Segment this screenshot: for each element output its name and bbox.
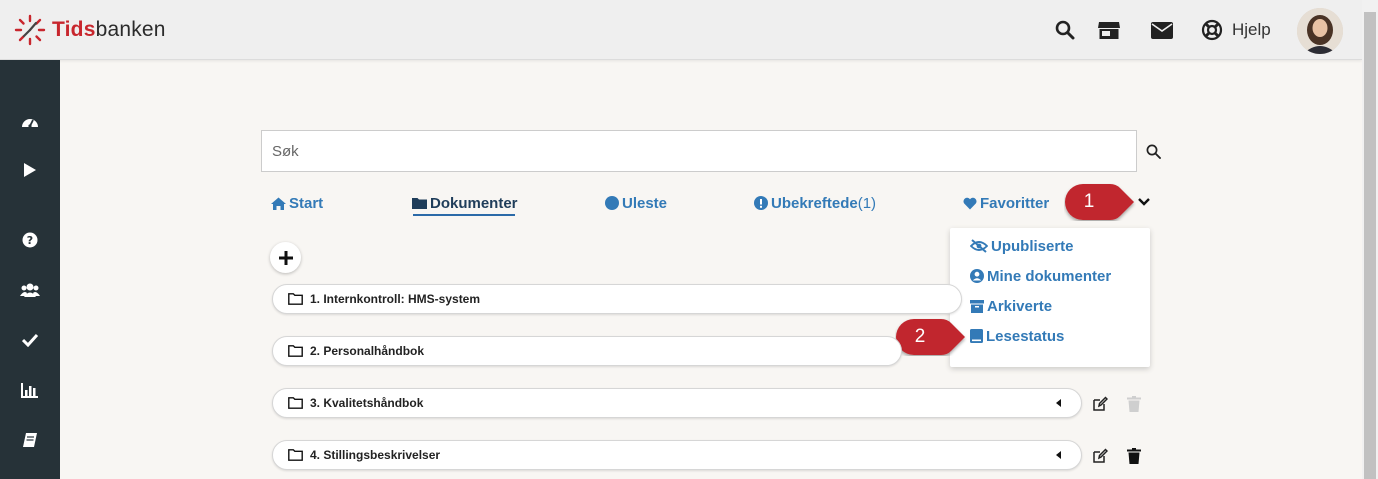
folder-outline-icon xyxy=(288,293,303,305)
folder-outline-icon xyxy=(288,397,303,409)
folder-outline-icon xyxy=(288,345,303,357)
question-icon[interactable]: ? xyxy=(20,230,40,250)
menu-item-label: Upubliserte xyxy=(991,237,1074,255)
exclamation-circle-icon xyxy=(754,196,768,210)
more-tabs-chevron-down-icon[interactable] xyxy=(1134,192,1154,212)
trash-icon[interactable] xyxy=(1125,447,1143,465)
plus-icon xyxy=(278,250,293,265)
tab-dokumenter[interactable]: Dokumenter xyxy=(412,192,518,214)
folder-name: 3. Kvalitetshåndbok xyxy=(310,396,424,410)
lifebuoy-icon[interactable] xyxy=(1200,18,1224,42)
dashboard-icon[interactable] xyxy=(20,112,40,132)
logo-text: Tidsbanken xyxy=(52,18,166,41)
tidsbanken-logo[interactable]: Tidsbanken xyxy=(14,14,166,46)
expand-caret-icon[interactable] xyxy=(1056,451,1061,459)
user-avatar[interactable] xyxy=(1297,8,1343,54)
tab-uleste[interactable]: Uleste xyxy=(605,192,667,214)
heart-icon xyxy=(963,197,977,209)
folder-row[interactable]: 2. Personalhåndbok xyxy=(272,336,902,366)
menu-item-mine-dokumenter[interactable]: Mine dokumenter xyxy=(970,266,1111,286)
trash-icon-disabled xyxy=(1125,395,1143,413)
menu-item-lesestatus[interactable]: Lesestatus xyxy=(970,326,1064,346)
book-closed-icon xyxy=(970,329,983,343)
callout-number: 1 xyxy=(1083,191,1095,212)
menu-item-upubliserte[interactable]: Upubliserte xyxy=(970,236,1074,256)
menu-item-arkiverte[interactable]: Arkiverte xyxy=(970,296,1052,316)
folder-row[interactable]: 3. Kvalitetshåndbok xyxy=(272,388,1082,418)
bar-chart-icon[interactable] xyxy=(20,380,40,400)
menu-item-label: Mine dokumenter xyxy=(987,267,1112,285)
scrollbar-thumb[interactable] xyxy=(1364,12,1376,479)
tab-label: Dokumenter xyxy=(430,194,518,212)
archive-icon xyxy=(970,299,984,313)
add-document-button[interactable] xyxy=(270,242,301,273)
left-sidebar: ? xyxy=(0,60,60,479)
envelope-icon[interactable] xyxy=(1150,18,1174,42)
users-icon[interactable] xyxy=(20,280,40,300)
tab-count: (1) xyxy=(857,194,877,212)
folder-outline-icon xyxy=(288,449,303,461)
search-input[interactable] xyxy=(261,130,1137,172)
logo-mark-icon xyxy=(14,14,46,46)
folder-name: 4. Stillingsbeskrivelser xyxy=(310,448,441,462)
menu-item-label: Lesestatus xyxy=(986,327,1065,345)
folder-icon xyxy=(412,198,427,209)
tab-label: Start xyxy=(289,194,324,212)
user-circle-icon xyxy=(970,269,984,283)
home-icon xyxy=(271,197,286,210)
tab-ubekreftede[interactable]: Ubekreftede (1) xyxy=(754,192,876,214)
eye-slash-icon xyxy=(970,239,988,253)
circle-icon xyxy=(605,196,619,210)
help-label[interactable]: Hjelp xyxy=(1232,20,1271,40)
tab-label: Ubekreftede xyxy=(771,194,858,212)
menu-item-label: Arkiverte xyxy=(987,297,1053,315)
tab-label: Favoritter xyxy=(980,194,1050,212)
active-tab-indicator xyxy=(413,214,515,216)
book-icon[interactable] xyxy=(20,430,40,450)
tab-start[interactable]: Start xyxy=(271,192,323,214)
play-icon[interactable] xyxy=(20,160,40,180)
callout-number: 2 xyxy=(914,326,926,347)
folder-name: 1. Internkontroll: HMS-system xyxy=(310,292,481,306)
search-button-icon[interactable] xyxy=(1143,141,1163,161)
edit-icon[interactable] xyxy=(1091,395,1109,413)
top-header: Tidsbanken Hjelp xyxy=(0,0,1362,60)
tab-label: Uleste xyxy=(622,194,668,212)
folder-row[interactable]: 4. Stillingsbeskrivelser xyxy=(272,440,1082,470)
edit-icon[interactable] xyxy=(1091,447,1109,465)
search-icon[interactable] xyxy=(1053,18,1077,42)
store-icon[interactable] xyxy=(1097,18,1121,42)
folder-row[interactable]: 1. Internkontroll: HMS-system xyxy=(272,284,962,314)
svg-text:?: ? xyxy=(27,234,33,247)
expand-caret-icon[interactable] xyxy=(1056,399,1061,407)
folder-name: 2. Personalhåndbok xyxy=(310,344,425,358)
tab-favoritter[interactable]: Favoritter xyxy=(963,192,1049,214)
check-icon[interactable] xyxy=(20,330,40,350)
page-scrollbar[interactable] xyxy=(1362,0,1378,479)
more-tabs-dropdown: Upubliserte Mine dokumenter Arkiverte Le… xyxy=(950,228,1150,367)
